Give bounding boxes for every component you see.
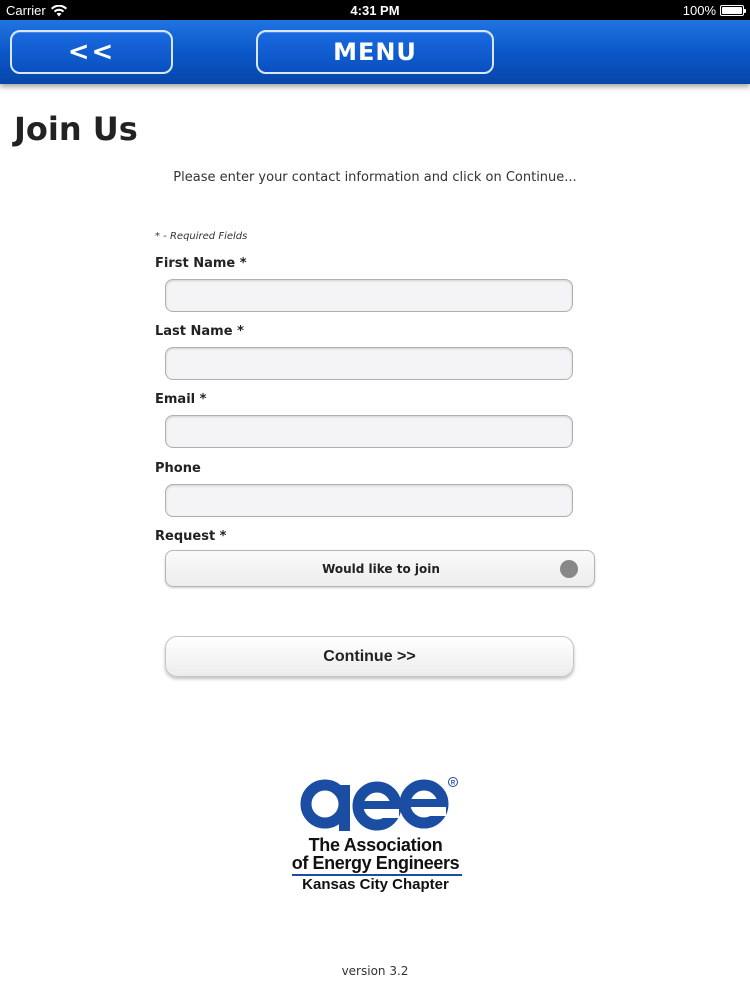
status-bar: Carrier 4:31 PM 100% (0, 0, 750, 20)
aee-logo-mark: R (300, 777, 458, 831)
page-title: Join Us (14, 110, 138, 148)
first-name-label: First Name * (155, 256, 247, 271)
phone-label: Phone (155, 461, 201, 476)
nav-bar: << MENU (0, 20, 750, 84)
svg-text:R: R (451, 781, 456, 787)
request-select[interactable]: Would like to join (165, 550, 595, 587)
battery-icon (720, 5, 746, 16)
battery-percent: 100% (682, 3, 716, 18)
email-label: Email * (155, 392, 207, 407)
aee-logo: R The Association of Energy Engineers Ka… (288, 775, 468, 900)
back-button[interactable]: << (10, 30, 173, 74)
email-input[interactable] (165, 415, 573, 448)
first-name-input[interactable] (165, 279, 573, 312)
battery-indicator: 100% (682, 3, 746, 18)
menu-button[interactable]: MENU (256, 30, 494, 74)
instructions-text: Please enter your contact information an… (173, 170, 577, 185)
phone-input[interactable] (165, 484, 573, 517)
last-name-label: Last Name * (155, 324, 244, 339)
logo-text-line2: of Energy Engineers (291, 853, 460, 873)
last-name-input[interactable] (165, 347, 573, 380)
logo-text-line3: Kansas City Chapter (302, 876, 449, 893)
status-time: 4:31 PM (350, 3, 400, 18)
required-fields-note: * - Required Fields (155, 231, 248, 242)
request-label: Request * (155, 529, 227, 544)
continue-button[interactable]: Continue >> (165, 636, 574, 677)
version-label: version 3.2 (341, 964, 409, 978)
dropdown-indicator-icon (560, 560, 578, 578)
request-selected-value: Would like to join (322, 562, 440, 576)
